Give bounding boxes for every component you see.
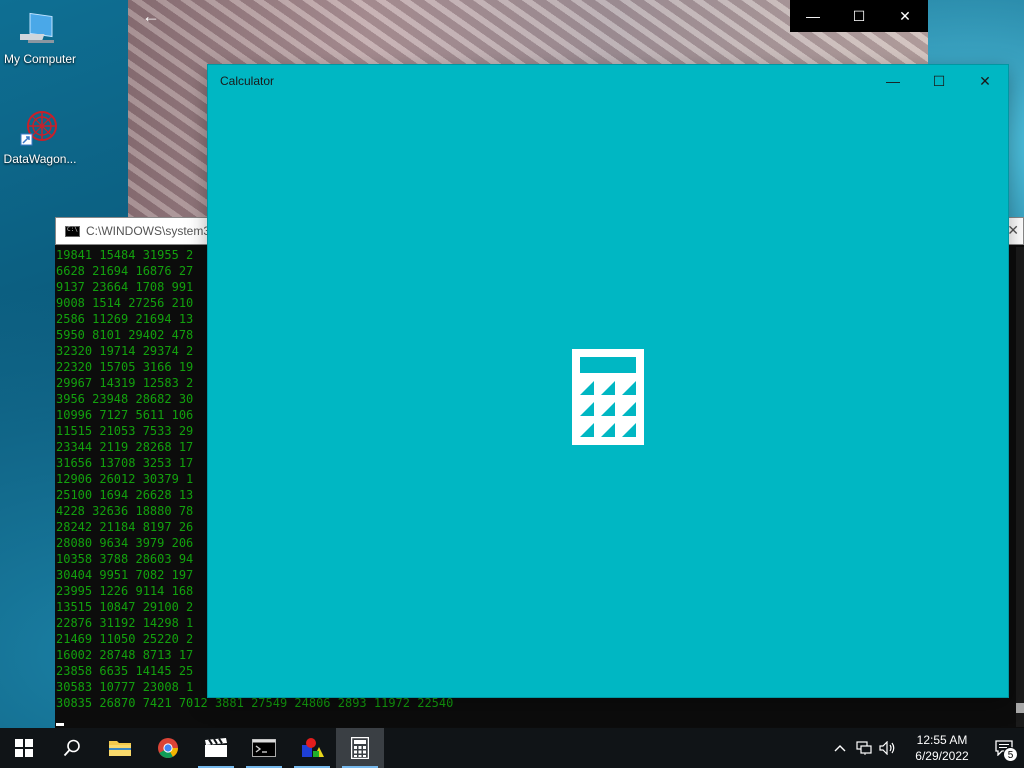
- clapperboard-icon: [205, 738, 227, 757]
- colored-shapes-icon: [302, 738, 324, 757]
- taskbar: 12:55 AM 6/29/2022 5: [0, 728, 1024, 768]
- console-title: C:\WINDOWS\system32: [86, 224, 217, 238]
- console-line: 30835 26870 7421 7012 3881 27549 24806 2…: [56, 696, 454, 710]
- desktop-icon-label: My Computer: [3, 52, 77, 66]
- start-button[interactable]: [0, 728, 48, 768]
- console-scrollbar[interactable]: [1016, 247, 1024, 727]
- app-launcher-button[interactable]: [288, 728, 336, 768]
- desktop: My Computer DataWagon... ← — ☐ ✕ C:\ C:\…: [0, 0, 1024, 728]
- text-cursor: [56, 723, 64, 726]
- file-explorer-button[interactable]: [96, 728, 144, 768]
- network-icon[interactable]: [852, 728, 876, 768]
- photo-window-controls: — ☐ ✕: [790, 0, 928, 32]
- search-button[interactable]: [48, 728, 96, 768]
- back-arrow-icon[interactable]: ←: [142, 6, 160, 27]
- calculator-icon: [572, 349, 644, 445]
- minimize-button[interactable]: —: [870, 65, 916, 97]
- close-button[interactable]: ✕: [1007, 222, 1019, 239]
- calculator-window-controls: — ☐ ✕: [870, 65, 1008, 97]
- close-button[interactable]: ✕: [962, 65, 1008, 97]
- clock-date: 6/29/2022: [915, 749, 969, 763]
- close-button[interactable]: ✕: [882, 0, 928, 32]
- calculator-window[interactable]: Calculator — ☐ ✕: [208, 65, 1008, 697]
- maximize-button[interactable]: ☐: [836, 0, 882, 32]
- minimize-button[interactable]: —: [790, 0, 836, 32]
- datawagon-shortcut-icon: [20, 108, 60, 148]
- clock-time: 12:55 AM: [916, 733, 968, 747]
- action-center-button[interactable]: 5: [984, 728, 1024, 768]
- cmd-icon: [65, 226, 80, 237]
- calculator-button[interactable]: [336, 728, 384, 768]
- calculator-icon: [351, 737, 369, 759]
- desktop-icon-datawagon[interactable]: DataWagon...: [0, 108, 80, 166]
- windows-logo-icon: [15, 739, 33, 757]
- system-tray: 12:55 AM 6/29/2022 5: [828, 728, 1024, 768]
- notification-count-badge: 5: [1003, 747, 1018, 762]
- command-prompt-button[interactable]: [240, 728, 288, 768]
- chrome-icon: [158, 738, 178, 759]
- desktop-icon-my-computer[interactable]: My Computer: [0, 8, 80, 66]
- chevron-up-icon[interactable]: [828, 728, 852, 768]
- search-icon: [63, 739, 80, 757]
- computer-icon: [12, 8, 60, 48]
- scrollbar-thumb[interactable]: [1016, 703, 1024, 713]
- chrome-button[interactable]: [144, 728, 192, 768]
- volume-icon[interactable]: [876, 728, 900, 768]
- media-player-button[interactable]: [192, 728, 240, 768]
- clock[interactable]: 12:55 AM 6/29/2022: [900, 732, 984, 764]
- photo-viewer-titlebar[interactable]: ← — ☐ ✕: [128, 0, 928, 34]
- cmd-icon: [252, 739, 276, 757]
- desktop-icon-label: DataWagon...: [3, 152, 77, 166]
- window-title: Calculator: [220, 74, 275, 88]
- folder-icon: [109, 741, 131, 756]
- maximize-button[interactable]: ☐: [916, 65, 962, 97]
